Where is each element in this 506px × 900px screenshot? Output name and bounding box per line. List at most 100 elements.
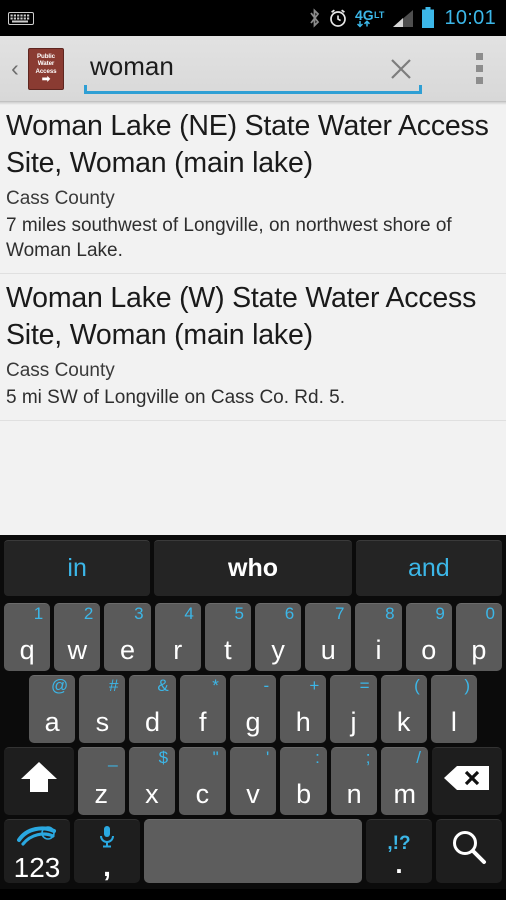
overflow-dot — [475, 53, 483, 60]
key-x[interactable]: $ x — [128, 747, 176, 815]
key-h[interactable]: + h — [280, 675, 327, 743]
key-p[interactable]: 0p — [455, 603, 503, 671]
search-results-list[interactable]: Woman Lake (NE) State Water Access Site,… — [0, 102, 506, 535]
suggestion-item[interactable]: who — [154, 540, 352, 596]
4g-lte-icon: 4G LTE — [355, 7, 385, 29]
key-i[interactable]: 8i — [355, 603, 402, 671]
result-county: Cass County — [6, 360, 115, 381]
key-b[interactable]: :b — [280, 747, 327, 815]
key-o[interactable]: 9o — [405, 603, 452, 671]
key-a[interactable]: @ a — [29, 675, 76, 743]
app-logo-icon[interactable]: Public Water Access ➡ — [28, 47, 64, 90]
key-e[interactable]: 3e — [104, 603, 151, 671]
signal-bars-icon — [392, 8, 414, 28]
app-logo-arrow-icon: ➡ — [41, 74, 51, 86]
backspace-icon — [442, 763, 492, 800]
shift-key[interactable] — [3, 747, 74, 815]
key-label: l — [450, 707, 457, 737]
period-key[interactable]: ,!? . — [366, 819, 432, 883]
key-t[interactable]: 5t — [204, 603, 251, 671]
result-county: Cass County — [6, 188, 115, 209]
key-label: r — [173, 635, 183, 665]
key-alt-label: # — [108, 676, 119, 695]
key-j[interactable]: = j — [330, 675, 377, 743]
key-k[interactable]: (k — [380, 675, 427, 743]
key-alt-label: " — [212, 748, 219, 767]
key-alt-label: 1 — [33, 604, 44, 623]
key-f[interactable]: * f — [179, 675, 226, 743]
on-screen-keyboard[interactable]: in who and 1q 2w 3e 4r 5t 6y 7u 8i 9o 0p… — [0, 535, 506, 889]
search-key[interactable] — [436, 819, 502, 883]
key-label: x — [145, 779, 159, 809]
bluetooth-icon — [308, 8, 321, 28]
keyboard-row-3: _ z $ x " c ' v :b ; n / m — [2, 745, 504, 817]
period-key-label: . — [395, 848, 403, 879]
status-bar-left — [8, 11, 34, 25]
key-alt-label: @ — [50, 676, 69, 695]
key-y[interactable]: 6y — [255, 603, 302, 671]
suggestion-item[interactable]: in — [4, 540, 151, 596]
backspace-key[interactable] — [432, 747, 503, 815]
key-g[interactable]: -g — [229, 675, 277, 743]
key-alt-label: 8 — [385, 604, 395, 623]
suggestion-strip: in who and — [2, 538, 504, 601]
key-alt-label: ' — [266, 748, 270, 767]
key-label: t — [224, 635, 232, 665]
key-alt-label: 0 — [485, 604, 496, 623]
overflow-menu-icon[interactable] — [452, 36, 506, 102]
svg-text:LTE: LTE — [374, 10, 385, 20]
key-alt-label: ) — [464, 676, 470, 695]
list-item[interactable]: Woman Lake (W) State Water Access Site, … — [0, 274, 506, 421]
key-m[interactable]: / m — [381, 747, 429, 815]
status-bar-clock: 10:01 — [444, 6, 496, 29]
result-description: 7 miles southwest of Longville, on north… — [6, 215, 452, 261]
key-label: i — [375, 635, 382, 665]
key-n[interactable]: ; n — [330, 747, 378, 815]
key-alt-label: - — [263, 676, 270, 695]
app-logo-line2: Water — [37, 60, 55, 68]
space-key[interactable] — [144, 819, 362, 883]
back-button[interactable]: ‹ — [0, 36, 26, 102]
phone-screen: 4G LTE 10:01 ‹ — [0, 0, 506, 900]
key-z[interactable]: _ z — [77, 747, 125, 815]
key-label: n — [346, 779, 362, 809]
key-c[interactable]: " c — [179, 747, 226, 815]
key-s[interactable]: # s — [79, 675, 126, 743]
key-label: z — [94, 779, 109, 809]
suggestion-item[interactable]: and — [355, 540, 502, 596]
key-label: g — [245, 707, 261, 737]
svg-text:4G: 4G — [355, 7, 374, 23]
key-label: q — [19, 635, 35, 665]
key-alt-label: * — [212, 676, 219, 695]
key-alt-label: 4 — [184, 604, 194, 623]
key-r[interactable]: 4r — [154, 603, 201, 671]
key-alt-label: 9 — [435, 604, 445, 623]
key-alt-label: + — [309, 676, 320, 695]
search-field-container — [84, 36, 446, 102]
close-icon[interactable] — [386, 54, 416, 84]
key-v[interactable]: ' v — [229, 747, 277, 815]
numeric-mode-key[interactable]: 123 — [4, 819, 70, 883]
key-label: b — [296, 779, 312, 809]
list-item[interactable]: Woman Lake (NE) State Water Access Site,… — [0, 102, 506, 274]
key-label: s — [95, 707, 110, 737]
key-q[interactable]: 1q — [3, 603, 51, 671]
overflow-dot — [475, 77, 483, 84]
key-alt-label: ; — [365, 748, 371, 767]
alarm-clock-icon — [328, 8, 348, 28]
key-d[interactable]: & d — [129, 675, 176, 743]
key-l[interactable]: ) l — [430, 675, 477, 743]
key-label: m — [393, 779, 416, 809]
key-label: a — [44, 707, 60, 737]
key-alt-label: / — [416, 748, 422, 767]
status-bar: 4G LTE 10:01 — [0, 0, 506, 36]
comma-key[interactable]: , — [74, 819, 140, 883]
keyboard-icon — [8, 11, 34, 25]
key-alt-label: 3 — [134, 604, 144, 623]
key-u[interactable]: 7u — [305, 603, 352, 671]
key-label: y — [271, 635, 285, 665]
key-w[interactable]: 2w — [54, 603, 101, 671]
status-bar-right: 4G LTE 10:01 — [308, 7, 496, 30]
key-label: p — [471, 635, 487, 665]
result-description: 5 mi SW of Longville on Cass Co. Rd. 5. — [6, 387, 345, 408]
